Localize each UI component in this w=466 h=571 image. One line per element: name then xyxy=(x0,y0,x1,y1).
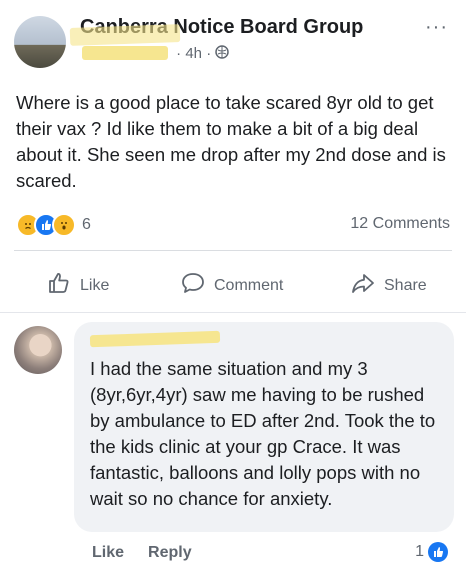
comment-button[interactable]: Comment xyxy=(180,270,283,301)
comment-text: I had the same situation and my 3 (8yr,6… xyxy=(90,358,436,509)
user-badge-avatar[interactable] xyxy=(50,62,66,68)
comment-reply-button[interactable]: Reply xyxy=(148,544,192,562)
divider xyxy=(0,312,466,313)
like-label: Like xyxy=(80,276,110,294)
reactions-summary[interactable]: 6 xyxy=(16,213,91,237)
comments-count[interactable]: 12 Comments xyxy=(350,215,450,233)
thumbs-up-icon xyxy=(46,270,72,301)
group-avatar[interactable] xyxy=(14,16,66,68)
speech-bubble-icon xyxy=(180,270,206,301)
comment-like-count: 1 xyxy=(415,543,424,560)
post-text: Where is a good place to take scared 8yr… xyxy=(16,92,446,191)
share-button[interactable]: Share xyxy=(350,270,427,301)
wow-react-icon xyxy=(52,213,76,237)
post-time[interactable]: 4h xyxy=(185,45,202,62)
audience-globe-icon xyxy=(215,45,230,63)
comment-actions: Like Reply xyxy=(92,544,192,562)
meta-separator: · xyxy=(176,45,182,62)
share-label: Share xyxy=(384,276,427,294)
comment-like-button[interactable]: Like xyxy=(92,544,124,562)
like-react-icon xyxy=(428,542,448,562)
comment-reaction-count[interactable]: 1 xyxy=(415,542,448,562)
redacted-author-name xyxy=(82,46,168,60)
like-button[interactable]: Like xyxy=(46,270,109,301)
comment-label: Comment xyxy=(214,276,284,294)
share-arrow-icon xyxy=(350,270,376,301)
more-options-icon[interactable]: ··· xyxy=(425,16,448,39)
post-meta: · 4h · xyxy=(82,44,230,63)
divider xyxy=(14,250,452,251)
meta-separator: · xyxy=(206,45,212,62)
commenter-avatar[interactable] xyxy=(14,326,62,374)
reaction-count: 6 xyxy=(82,216,91,233)
post-action-bar: Like Comment Share xyxy=(0,262,466,302)
redaction-bar-header xyxy=(69,24,181,46)
